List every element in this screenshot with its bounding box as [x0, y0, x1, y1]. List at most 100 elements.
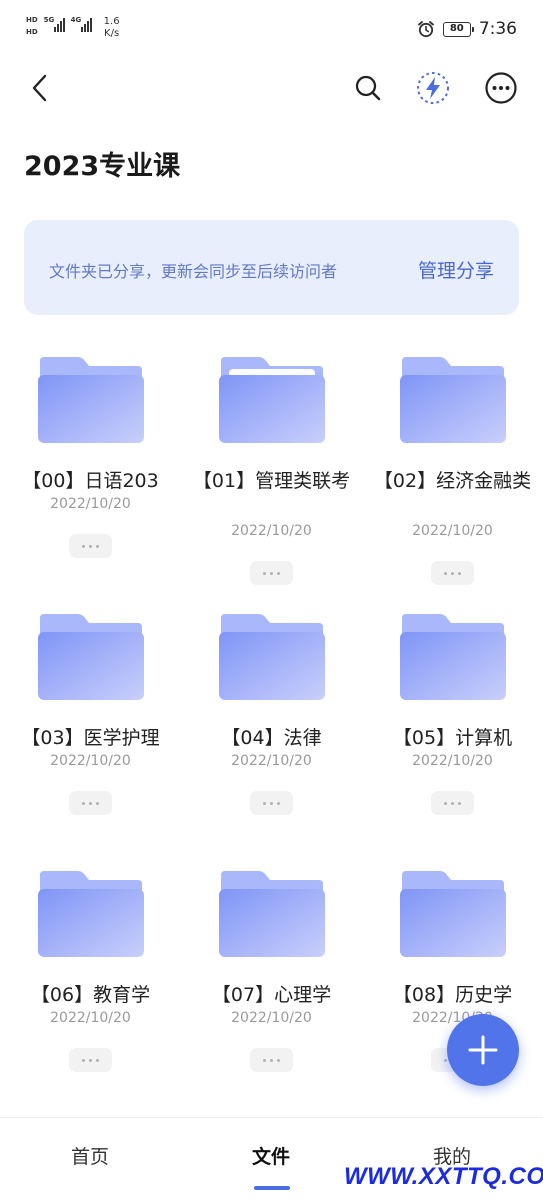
page-title: 2023专业课	[24, 151, 181, 182]
back-button[interactable]	[22, 70, 58, 106]
sim-tags: HD HD	[26, 16, 38, 37]
folder-date: 2022/10/20	[231, 1010, 312, 1026]
folder-more-button[interactable]	[69, 791, 112, 815]
network-speed: 1.6 K/s	[104, 16, 120, 40]
folder-name: 【05】计算机	[392, 727, 513, 749]
dot-icon	[96, 801, 99, 805]
dot-icon	[89, 544, 92, 548]
speed-unit: K/s	[104, 28, 120, 39]
folder-item[interactable]: 【07】心理学 2022/10/20	[181, 854, 362, 1094]
folder-icon	[38, 614, 144, 700]
alarm-icon	[417, 21, 434, 38]
watermark: WWW.XXTTQ.COM	[344, 1163, 543, 1190]
folder-icon	[219, 357, 325, 443]
status-bar: HD HD 5G 4G 1.6 K/s 80 7:36	[0, 0, 543, 60]
dot-icon	[263, 801, 266, 805]
share-notice-text: 文件夹已分享，更新会同步至后续访问者	[49, 262, 338, 281]
dot-icon	[89, 1058, 92, 1062]
search-button[interactable]	[350, 70, 386, 106]
sim1-tag: HD	[26, 16, 38, 24]
dot-icon	[263, 1058, 266, 1062]
dot-icon	[444, 1058, 447, 1062]
dot-icon	[277, 1058, 280, 1062]
more-options-button[interactable]	[482, 69, 520, 107]
folder-icon	[38, 357, 144, 443]
folder-item[interactable]: 【05】计算机 2022/10/20	[362, 597, 543, 837]
folder-name: 【00】日语203	[22, 470, 159, 492]
folder-date: 2022/10/20	[412, 1010, 493, 1026]
folder-name: 【08】历史学	[392, 984, 513, 1006]
folder-icon	[219, 614, 325, 700]
folder-more-button[interactable]	[69, 1048, 112, 1072]
dot-icon	[458, 801, 461, 805]
folder-date: 2022/10/20	[231, 753, 312, 769]
folder-icon	[400, 871, 506, 957]
dot-icon	[451, 571, 454, 575]
folder-item[interactable]: 【03】医学护理 2022/10/20	[0, 597, 181, 837]
back-arrow-icon	[32, 74, 47, 102]
folder-icon	[38, 871, 144, 957]
folder-icon	[219, 871, 325, 957]
quick-transfer-button[interactable]	[414, 69, 452, 107]
dot-icon	[89, 801, 92, 805]
folder-date: 2022/10/20	[231, 523, 312, 539]
dot-icon	[444, 801, 447, 805]
dot-icon	[444, 571, 447, 575]
folder-more-button[interactable]	[431, 791, 474, 815]
dot-icon	[96, 1058, 99, 1062]
title-bar	[0, 60, 543, 116]
folder-more-button[interactable]	[250, 791, 293, 815]
dot-icon	[82, 801, 85, 805]
dot-icon	[82, 1058, 85, 1062]
folder-item[interactable]: 【00】日语203 2022/10/20	[0, 340, 181, 580]
dot-icon	[82, 544, 85, 548]
dot-icon	[451, 801, 454, 805]
folder-item[interactable]: 【02】经济金融类 2022/10/20	[362, 340, 543, 585]
nav-active-indicator	[254, 1186, 290, 1190]
dot-icon	[277, 571, 280, 575]
manage-share-link[interactable]: 管理分享	[418, 256, 494, 283]
dot-icon	[458, 571, 461, 575]
dot-icon	[270, 1058, 273, 1062]
folder-name: 【06】教育学	[30, 984, 151, 1006]
folder-name: 【01】管理类联考	[192, 470, 351, 492]
search-icon	[355, 75, 381, 101]
folder-date: 2022/10/20	[50, 1010, 131, 1026]
dot-icon	[270, 801, 273, 805]
net1-label: 5G	[43, 16, 55, 24]
folder-name: 【07】心理学	[211, 984, 332, 1006]
folder-more-button[interactable]	[250, 1048, 293, 1072]
dot-icon	[263, 571, 266, 575]
folder-date: 2022/10/20	[50, 753, 131, 769]
nav-files[interactable]: 文件	[221, 1142, 321, 1169]
folder-item[interactable]: 【01】管理类联考 2022/10/20	[181, 340, 362, 585]
folder-more-button[interactable]	[69, 534, 112, 558]
dot-icon	[270, 571, 273, 575]
folder-item[interactable]: 【06】教育学 2022/10/20	[0, 854, 181, 1094]
sim2-tag: HD	[26, 28, 38, 36]
status-left: HD HD 5G 4G 1.6 K/s	[26, 16, 120, 40]
folder-more-button[interactable]	[250, 561, 293, 585]
folder-name: 【02】经济金融类	[373, 470, 532, 492]
folder-more-button[interactable]	[431, 561, 474, 585]
share-banner: 文件夹已分享，更新会同步至后续访问者 管理分享	[24, 220, 519, 315]
battery-level: 80	[449, 22, 464, 34]
battery-icon: 80	[442, 21, 474, 37]
clock: 7:36	[478, 19, 517, 39]
dot-icon	[277, 801, 280, 805]
speed-value: 1.6	[103, 16, 120, 27]
folder-name: 【04】法律	[221, 727, 322, 749]
add-button[interactable]	[447, 1014, 519, 1086]
nav-home[interactable]: 首页	[40, 1142, 140, 1169]
folder-icon	[400, 357, 506, 443]
dot-icon	[96, 544, 99, 548]
more-icon	[485, 72, 517, 104]
lightning-icon	[417, 72, 449, 104]
folder-name: 【03】医学护理	[21, 727, 160, 749]
folder-item[interactable]: 【04】法律 2022/10/20	[181, 597, 362, 837]
status-right: 80 7:36	[417, 19, 517, 39]
plus-icon	[468, 1035, 498, 1065]
net2-label: 4G	[70, 16, 82, 24]
signal-5g-icon: 5G	[44, 16, 65, 32]
folder-icon	[400, 614, 506, 700]
